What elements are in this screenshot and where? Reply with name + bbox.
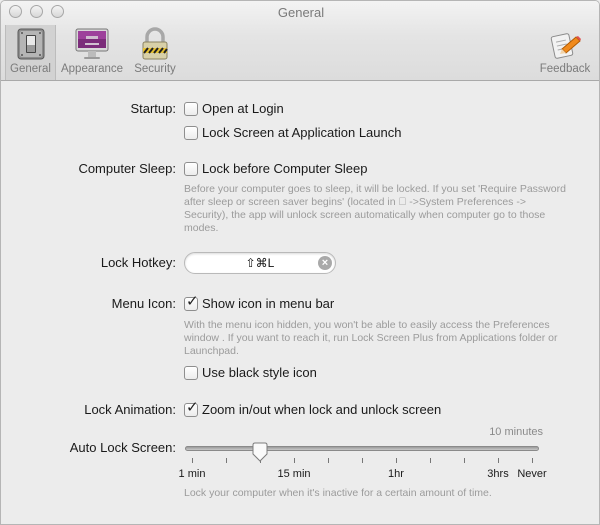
tab-feedback-label: Feedback: [539, 63, 591, 75]
lock-animation-label: Lock Animation:: [84, 402, 176, 417]
slider-tick: [498, 458, 499, 463]
slider-tick: [396, 458, 397, 463]
slider-tick: [328, 458, 329, 463]
lock-at-launch-label: Lock Screen at Application Launch: [202, 125, 402, 140]
slider-tick-label: 1hr: [388, 468, 404, 480]
tab-general[interactable]: General: [5, 25, 56, 80]
tab-general-label: General: [10, 63, 51, 75]
slider-tick: [430, 458, 431, 463]
show-menu-icon-label: Show icon in menu bar: [202, 296, 335, 311]
hotkey-field[interactable]: ⇧⌘L ×: [184, 252, 336, 274]
tab-security[interactable]: Security: [129, 27, 181, 79]
lock-hotkey-label: Lock Hotkey:: [100, 255, 176, 270]
checkmark-icon: ✓: [186, 292, 199, 310]
note-pencil-icon: [548, 27, 582, 61]
show-menu-icon-checkbox[interactable]: ✓ Show icon in menu bar: [184, 292, 335, 311]
help-line: after sleep or screen saver begins' (loc…: [184, 196, 526, 208]
auto-lock-value: 10 minutes: [489, 426, 543, 438]
auto-lock-label: Auto Lock Screen:: [69, 440, 176, 455]
checkbox-box[interactable]: [184, 161, 198, 176]
slider-tick: [362, 458, 363, 463]
slider-tick-label: Never: [517, 468, 547, 480]
window-title: General: [277, 5, 325, 20]
help-line: Before your computer goes to sleep, it w…: [184, 183, 566, 195]
zoom-animation-checkbox[interactable]: ✓ Zoom in/out when lock and unlock scree…: [184, 398, 442, 417]
black-style-icon-checkbox[interactable]: Use black style icon: [184, 365, 317, 380]
startup-label: Startup:: [130, 101, 176, 116]
slider-tick-label: 15 min: [277, 468, 311, 480]
slider-tick: [464, 458, 465, 463]
help-line: modes.: [184, 222, 219, 234]
open-at-login-checkbox[interactable]: Open at Login: [184, 101, 284, 116]
computer-sleep-label: Computer Sleep:: [78, 161, 176, 176]
slider-tick-label: 3hrs: [487, 468, 509, 480]
slider-tick-label: 1 min: [178, 468, 206, 480]
help-line: Launchpad.: [184, 345, 239, 357]
open-at-login-label: Open at Login: [202, 101, 284, 116]
tab-appearance-label: Appearance: [60, 63, 124, 75]
help-line: window . If you want to reach it, run Lo…: [184, 332, 558, 344]
slider-tick: [226, 458, 227, 463]
imac-display-icon: [75, 27, 109, 61]
tab-appearance[interactable]: Appearance: [57, 27, 127, 79]
slider-tick: [192, 458, 193, 463]
menu-icon-help: With the menu icon hidden, you won't be …: [184, 319, 558, 358]
hotkey-value: ⇧⌘L: [245, 256, 275, 270]
checkbox-box[interactable]: ✓: [184, 292, 199, 311]
checkbox-box[interactable]: [184, 365, 198, 380]
padlock-icon: [138, 27, 172, 61]
auto-lock-slider-thumb[interactable]: [252, 442, 268, 464]
checkbox-box[interactable]: [184, 101, 198, 116]
lock-before-sleep-checkbox[interactable]: Lock before Computer Sleep: [184, 161, 367, 176]
help-line: Security), the app will unlock screen au…: [184, 209, 546, 221]
help-line: With the menu icon hidden, you won't be …: [184, 319, 550, 331]
lock-at-launch-checkbox[interactable]: Lock Screen at Application Launch: [184, 125, 401, 140]
checkmark-icon: ✓: [186, 398, 199, 416]
checkbox-box[interactable]: ✓: [184, 398, 199, 417]
tab-security-label: Security: [134, 63, 176, 75]
menu-icon-label: Menu Icon:: [111, 296, 176, 311]
slider-tick: [294, 458, 295, 463]
computer-sleep-help: Before your computer goes to sleep, it w…: [184, 183, 566, 235]
auto-lock-help: Lock your computer when it's inactive fo…: [184, 487, 492, 499]
clear-circle-icon[interactable]: ×: [318, 256, 332, 270]
lock-before-sleep-label: Lock before Computer Sleep: [202, 161, 368, 176]
slider-tick: [532, 458, 533, 463]
switch-icon: [14, 27, 48, 61]
auto-lock-slider-track[interactable]: [185, 446, 539, 451]
tab-feedback[interactable]: Feedback: [537, 27, 593, 79]
checkbox-box[interactable]: [184, 125, 198, 140]
black-style-icon-label: Use black style icon: [202, 365, 317, 380]
zoom-animation-label: Zoom in/out when lock and unlock screen: [202, 402, 442, 417]
title-toolbar: General General Appearance Security Feed…: [1, 1, 599, 81]
preferences-window: General General Appearance Security Feed…: [0, 0, 600, 525]
